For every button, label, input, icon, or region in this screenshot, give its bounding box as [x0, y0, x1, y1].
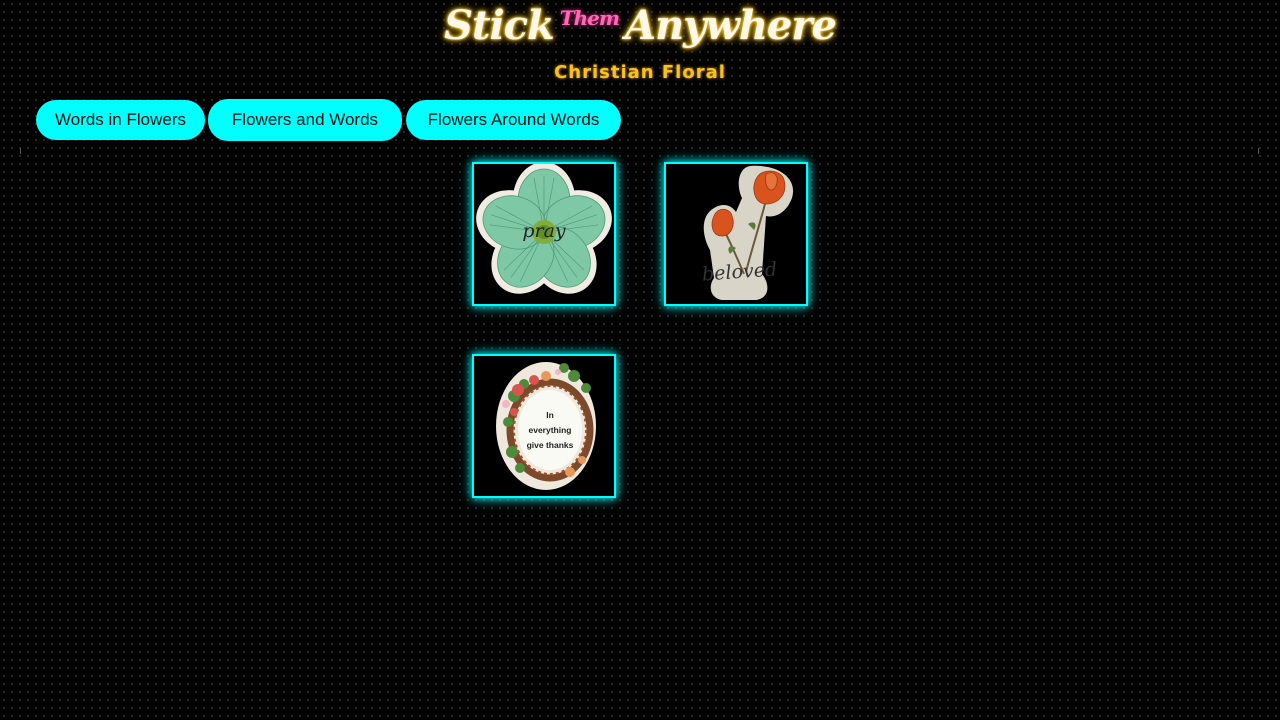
- give-thanks-line-3: give thanks: [527, 440, 574, 450]
- sticker-card-give-thanks[interactable]: In everything give thanks: [472, 354, 616, 498]
- nav-flowers-around-words-button[interactable]: Flowers Around Words: [406, 100, 621, 140]
- give-thanks-line-1: In: [546, 410, 554, 420]
- pray-flower-sticker-image: pray: [476, 164, 612, 294]
- title-stick: Stick: [444, 2, 555, 49]
- sticker-card-beloved[interactable]: beloved: [664, 162, 808, 306]
- divider-tick-right: [1258, 148, 1259, 154]
- site-title[interactable]: Stick Them Anywhere: [0, 2, 1280, 49]
- sticker-card-pray[interactable]: pray: [472, 162, 616, 306]
- give-thanks-wreath-sticker-image: In everything give thanks: [496, 362, 596, 490]
- give-thanks-line-2: everything: [529, 425, 572, 435]
- divider-tick-left: [20, 148, 21, 154]
- title-them: Them: [559, 6, 620, 30]
- page-subtitle: Christian Floral: [554, 62, 726, 83]
- beloved-poppy-sticker-image: beloved: [701, 165, 794, 300]
- gallery-divider: [18, 148, 1262, 154]
- nav-words-in-flowers-button[interactable]: Words in Flowers: [36, 100, 205, 140]
- nav-flowers-and-words-button[interactable]: Flowers and Words: [208, 99, 402, 141]
- pray-text: pray: [522, 220, 566, 242]
- beloved-text: beloved: [701, 258, 777, 285]
- site-header: Stick Them Anywhere Christian Floral: [0, 0, 1280, 92]
- title-anywhere: Anywhere: [625, 2, 837, 49]
